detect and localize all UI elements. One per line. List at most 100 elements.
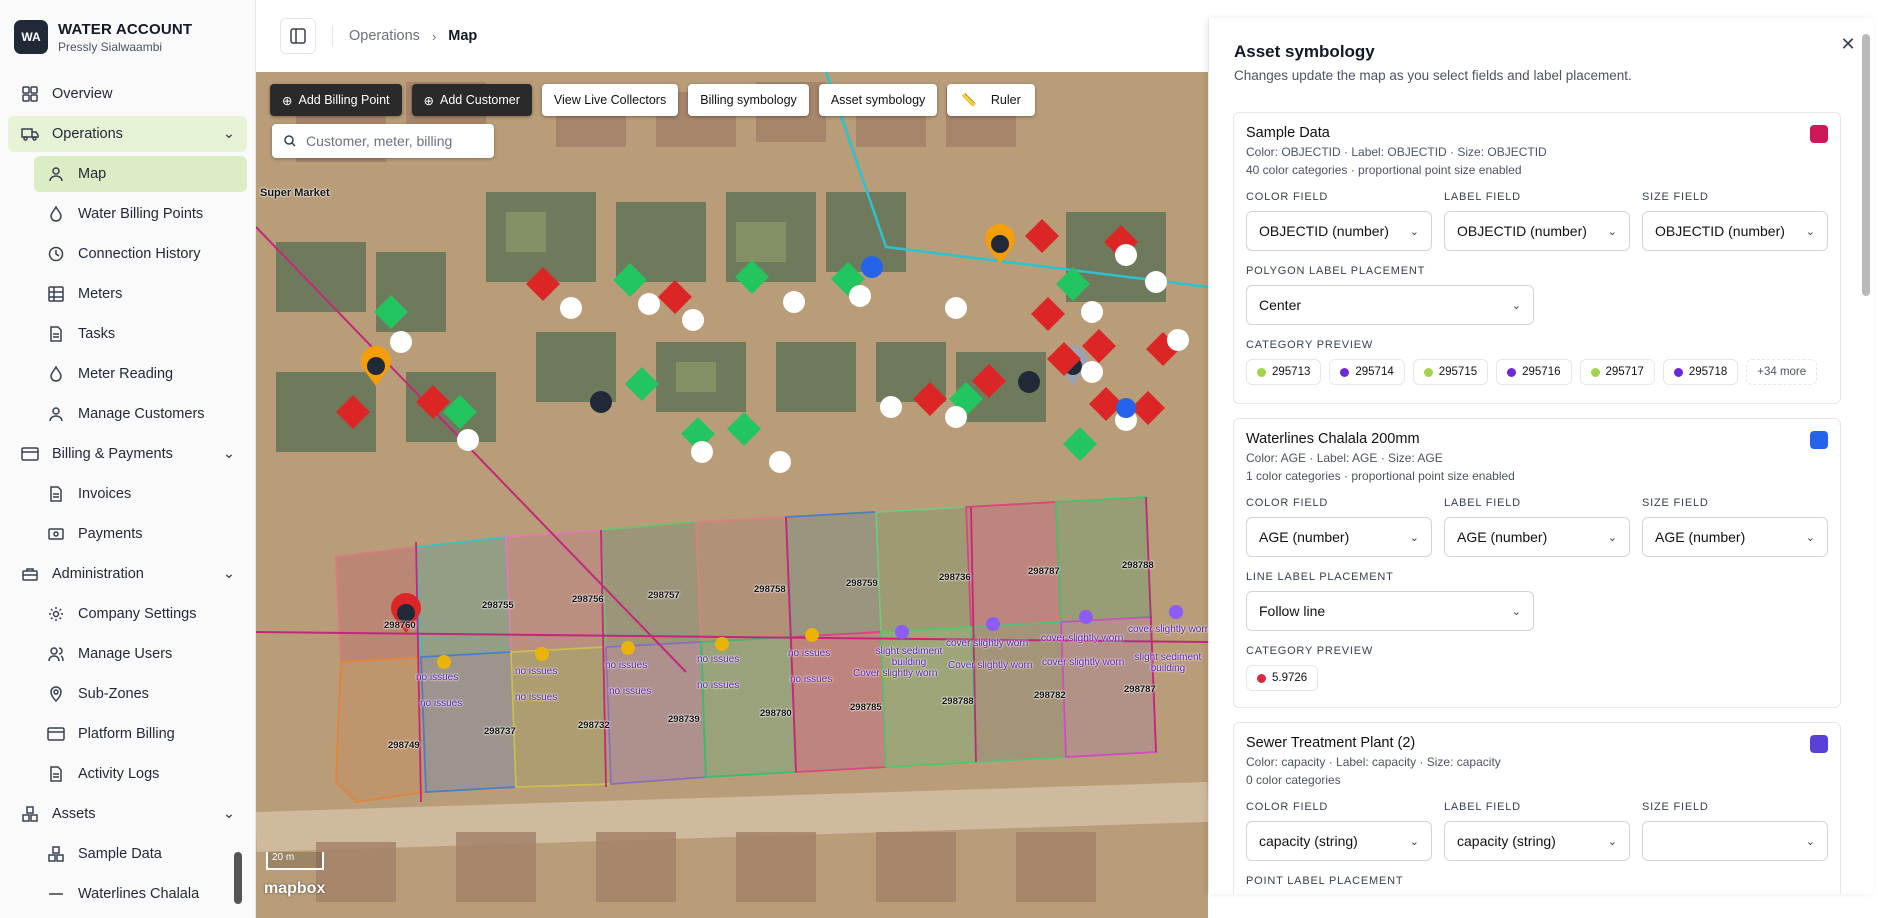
sidebar-item-label: Sample Data	[78, 846, 162, 862]
sidebar-item-map[interactable]: Map	[34, 156, 247, 192]
label-field-select[interactable]: AGE (number) ⌄	[1444, 517, 1630, 557]
color-dot	[1673, 367, 1683, 377]
category-chips: 295713 295714 295715 295716 295717 29571…	[1246, 359, 1828, 385]
map-canvas[interactable]: ⊕ Add Billing Point ⊕ Add Customer View …	[256, 72, 1208, 918]
sidebar-item-company-settings[interactable]: Company Settings	[34, 596, 247, 632]
layer-name: Sewer Treatment Plant (2)	[1246, 735, 1416, 751]
sidebar-group-operations[interactable]: Operations ⌄	[8, 116, 247, 152]
layer-color-swatch[interactable]	[1810, 431, 1828, 449]
layer-meta: 1 color categories · proportional point …	[1246, 469, 1515, 483]
field-label: SIZE FIELD	[1642, 801, 1709, 813]
color-dot	[1507, 367, 1517, 377]
search-icon	[284, 135, 296, 147]
search-input[interactable]	[306, 133, 456, 149]
user-icon	[46, 404, 66, 424]
field-label: LABEL FIELD	[1444, 801, 1521, 813]
sidebar-toggle-button[interactable]	[280, 18, 316, 54]
banknote-icon	[46, 524, 66, 544]
size-field-select[interactable]: AGE (number) ⌄	[1642, 517, 1828, 557]
size-field-select[interactable]: OBJECTID (number) ⌄	[1642, 211, 1828, 251]
chevron-down-icon: ⌄	[222, 566, 235, 582]
sidebar-item-platform-billing[interactable]: Platform Billing	[34, 716, 247, 752]
sidebar-item-sub-zones[interactable]: Sub-Zones	[34, 676, 247, 712]
chevron-down-icon: ⌄	[1607, 835, 1617, 848]
file-icon	[46, 764, 66, 784]
label-field-select[interactable]: capacity (string) ⌄	[1444, 821, 1630, 861]
map-search[interactable]	[272, 124, 494, 158]
parcel-label: 298759	[846, 578, 878, 589]
issue-label: Cover slightly worn	[948, 660, 1033, 671]
category-chip: 295716	[1496, 359, 1572, 385]
asset-symbology-button[interactable]: Asset symbology	[818, 84, 938, 116]
mapbox-logo[interactable]: mapbox	[264, 880, 325, 898]
color-dot	[1340, 367, 1350, 377]
select-value: AGE (number)	[1457, 529, 1548, 545]
size-field-select[interactable]: ⌄	[1642, 821, 1828, 861]
sidebar-item-tasks[interactable]: Tasks	[34, 316, 247, 352]
sidebar-item-overview[interactable]: Overview	[8, 76, 247, 112]
layer-meta: Color: capacity · Label: capacity · Size…	[1246, 755, 1501, 769]
sidebar-item-meters[interactable]: Meters	[34, 276, 247, 312]
category-chip: 295717	[1579, 359, 1655, 385]
breadcrumb-operations[interactable]: Operations	[349, 28, 420, 44]
label-field-select[interactable]: OBJECTID (number) ⌄	[1444, 211, 1630, 251]
issue-label: no issues	[515, 666, 558, 677]
sidebar-group-label: Operations	[52, 126, 123, 142]
parcel-label: 298758	[754, 584, 786, 595]
chip-label: 295715	[1438, 366, 1478, 378]
layer-color-swatch[interactable]	[1810, 735, 1828, 753]
issue-label: no issues	[515, 692, 558, 703]
boxes-icon	[20, 804, 40, 824]
truck-icon	[20, 124, 40, 144]
chevron-down-icon: ⌄	[1805, 835, 1815, 848]
ruler-button[interactable]: 📏 Ruler	[947, 84, 1035, 116]
sidebar-item-connection-history[interactable]: Connection History	[34, 236, 247, 272]
brand-subtitle: Pressly Sialwaambi	[58, 39, 163, 54]
map-pin-icon	[46, 684, 66, 704]
add-billing-point-button[interactable]: ⊕ Add Billing Point	[270, 84, 402, 116]
add-customer-button[interactable]: ⊕ Add Customer	[411, 84, 532, 116]
sidebar-item-manage-users[interactable]: Manage Users	[34, 636, 247, 672]
sidebar-item-activity-logs[interactable]: Activity Logs	[34, 756, 247, 792]
issue-label: cover slightly worn	[946, 638, 1029, 649]
sidebar-item-label: Invoices	[78, 486, 132, 502]
close-icon[interactable]: ✕	[1836, 32, 1860, 56]
chevron-down-icon: ⌄	[1607, 225, 1617, 238]
asset-symbology-panel: ✕ Asset symbology Changes update the map…	[1208, 18, 1874, 894]
color-field-select[interactable]: capacity (string) ⌄	[1246, 821, 1432, 861]
topbar: Operations › Map	[256, 0, 1208, 72]
users-icon	[46, 644, 66, 664]
pipe-icon	[46, 884, 66, 904]
brand[interactable]: WA WATER ACCOUNT Pressly Sialwaambi	[0, 0, 255, 72]
color-field-select[interactable]: AGE (number) ⌄	[1246, 517, 1432, 557]
field-label: COLOR FIELD	[1246, 497, 1329, 509]
sidebar-item-water-billing-points[interactable]: Water Billing Points	[34, 196, 247, 232]
sidebar-group-billing[interactable]: Billing & Payments ⌄	[8, 436, 247, 472]
sidebar-scrollbar[interactable]	[234, 852, 242, 904]
issue-label: slight sediment building	[875, 646, 943, 668]
sidebar-item-sample-data[interactable]: Sample Data	[34, 836, 247, 872]
parcel-label: 298756	[572, 594, 604, 605]
more-categories-chip[interactable]: +34 more	[1746, 359, 1818, 385]
sidebar-group-assets[interactable]: Assets ⌄	[8, 796, 247, 832]
label-placement-select[interactable]: Center ⌄	[1246, 285, 1534, 325]
sidebar-item-waterlines-chalala[interactable]: Waterlines Chalala	[34, 876, 247, 912]
sidebar-item-manage-customers[interactable]: Manage Customers	[34, 396, 247, 432]
brand-title: WATER ACCOUNT	[58, 20, 193, 38]
panel-scrollbar[interactable]	[1862, 34, 1870, 296]
color-field-select[interactable]: OBJECTID (number) ⌄	[1246, 211, 1432, 251]
chip-label: 295717	[1605, 366, 1644, 378]
sidebar-item-meter-reading[interactable]: Meter Reading	[34, 356, 247, 392]
issue-label: no issues	[697, 680, 740, 691]
sidebar-nav: Overview Operations ⌄ Map Water Billing …	[0, 72, 255, 918]
billing-symbology-button[interactable]: Billing symbology	[688, 84, 809, 116]
view-live-collectors-button[interactable]: View Live Collectors	[541, 84, 679, 116]
sidebar-group-administration[interactable]: Administration ⌄	[8, 556, 247, 592]
sidebar-item-payments[interactable]: Payments	[34, 516, 247, 552]
label-placement-select[interactable]: Follow line ⌄	[1246, 591, 1534, 631]
briefcase-icon	[20, 564, 40, 584]
sidebar-item-invoices[interactable]: Invoices	[34, 476, 247, 512]
layer-color-swatch[interactable]	[1810, 125, 1828, 143]
sidebar-item-label: Sub-Zones	[78, 686, 149, 702]
issue-label: cover slightly worn	[1128, 624, 1208, 635]
